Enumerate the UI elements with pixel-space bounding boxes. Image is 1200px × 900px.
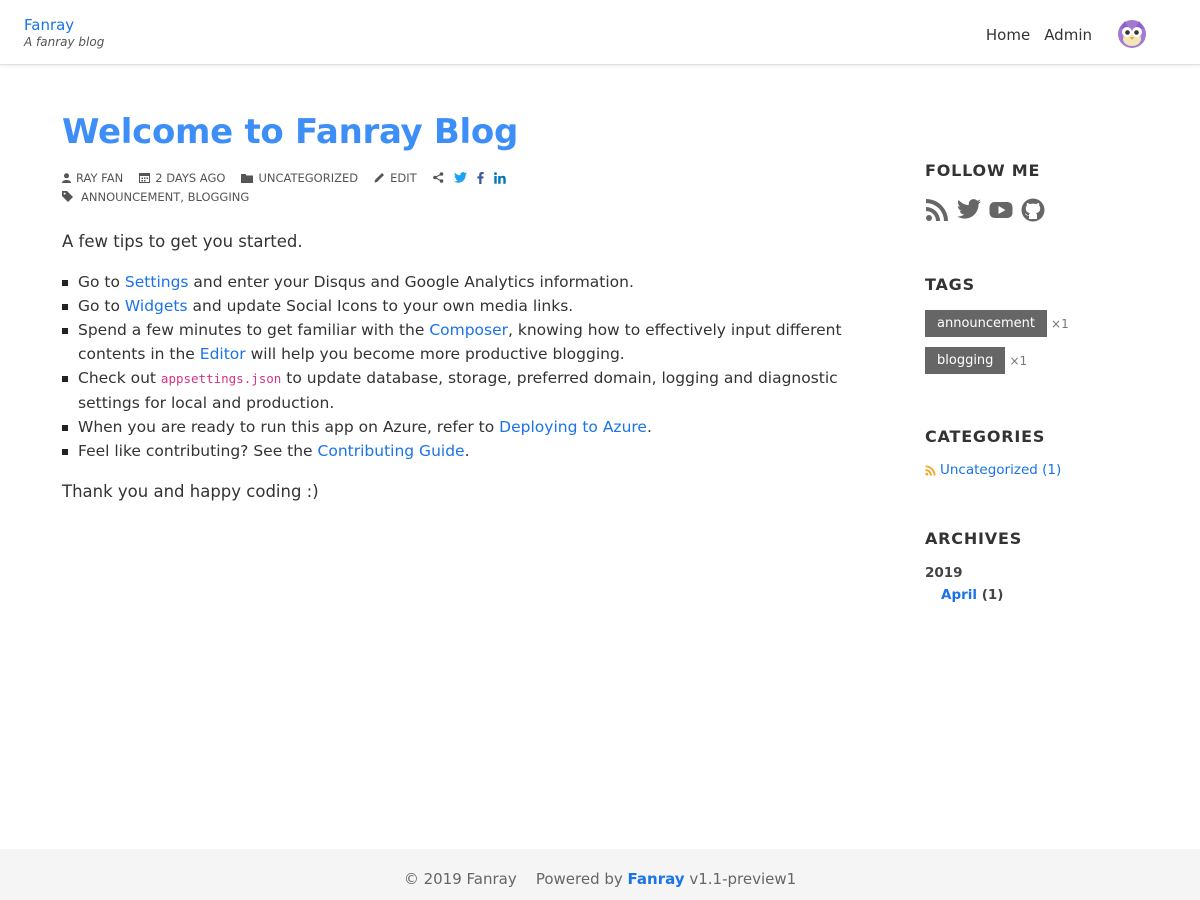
- appsettings-code: appsettings.json: [160, 371, 282, 386]
- archive-month-link[interactable]: April: [941, 587, 977, 603]
- post-title[interactable]: Welcome to Fanray Blog: [62, 110, 862, 154]
- contributing-guide-link[interactable]: Contributing Guide: [318, 442, 465, 460]
- post-intro: A few tips to get you started.: [62, 232, 303, 251]
- post-outro: Thank you and happy coding :): [62, 482, 319, 501]
- main-nav: Home Admin: [986, 20, 1148, 49]
- tag-announcement[interactable]: announcement: [925, 310, 1048, 337]
- archive-year: 2019: [925, 565, 963, 581]
- archive-month: April (1): [941, 586, 1165, 604]
- share-links: [432, 171, 506, 184]
- edit-meta[interactable]: EDIT: [374, 169, 417, 187]
- tag-blogging[interactable]: blogging: [925, 347, 1006, 374]
- follow-widget: FOLLOW ME: [925, 160, 1165, 222]
- pencil-icon: [374, 173, 385, 183]
- list-item: Spend a few minutes to get familiar with…: [62, 318, 862, 366]
- youtube-icon[interactable]: [989, 198, 1013, 222]
- categories-title: CATEGORIES: [925, 427, 1046, 446]
- category-item: Uncategorized (1): [925, 462, 1165, 478]
- tag-row: announcement ×1: [925, 310, 1165, 337]
- editor-link[interactable]: Editor: [200, 345, 246, 363]
- tag-row: blogging ×1: [925, 347, 1165, 374]
- tags-widget: TAGS announcement ×1 blogging ×1: [925, 274, 1165, 374]
- list-item: Go to Widgets and update Social Icons to…: [62, 294, 862, 318]
- post-date: 2 DAYS AGO: [155, 170, 226, 185]
- settings-link[interactable]: Settings: [125, 273, 189, 291]
- composer-link[interactable]: Composer: [429, 321, 508, 339]
- tags-title: TAGS: [925, 275, 975, 294]
- list-item: Check out appsettings.json to update dat…: [62, 366, 862, 415]
- twitter-icon[interactable]: [957, 198, 981, 220]
- list-item: Go to Settings and enter your Disqus and…: [62, 270, 862, 294]
- archives-widget: ARCHIVES 2019 April (1): [925, 528, 1165, 604]
- archives-title: ARCHIVES: [925, 529, 1023, 548]
- sidebar: FOLLOW ME TAGS announcement ×1 blogging …: [925, 160, 1165, 604]
- follow-title: FOLLOW ME: [925, 161, 1041, 180]
- nav-admin-link[interactable]: Admin: [1044, 24, 1092, 46]
- archive-month-count: (1): [981, 587, 1004, 603]
- main-content: Welcome to Fanray Blog RAY FAN 2 DAYS AG…: [62, 110, 862, 504]
- footer-version: v1.1-preview1: [689, 870, 797, 888]
- footer-powered-prefix: Powered by: [535, 870, 623, 888]
- deploying-azure-link[interactable]: Deploying to Azure: [499, 418, 647, 436]
- calendar-icon: [139, 173, 151, 183]
- tag-count: ×1: [1051, 316, 1069, 331]
- category-meta[interactable]: UNCATEGORIZED: [241, 169, 358, 187]
- tag-icon: [62, 191, 73, 202]
- categories-widget: CATEGORIES Uncategorized (1): [925, 426, 1165, 478]
- rss-icon[interactable]: [925, 198, 949, 222]
- post-body: A few tips to get you started. Go to Set…: [62, 230, 862, 504]
- author-name: RAY FAN: [76, 170, 124, 185]
- widgets-link[interactable]: Widgets: [125, 297, 188, 315]
- nav-home-link[interactable]: Home: [986, 24, 1030, 46]
- folder-icon: [241, 173, 254, 183]
- user-icon: [62, 172, 71, 183]
- linkedin-share-icon[interactable]: [493, 171, 506, 184]
- owl-avatar-icon: [1118, 20, 1146, 48]
- tips-list: Go to Settings and enter your Disqus and…: [62, 270, 862, 463]
- brand-tagline: A fanray blog: [24, 35, 105, 49]
- post-tags: ANNOUNCEMENT, BLOGGING: [81, 189, 250, 204]
- twitter-share-icon[interactable]: [453, 172, 467, 183]
- avatar[interactable]: [1116, 17, 1148, 49]
- date-meta: 2 DAYS AGO: [139, 169, 225, 187]
- tag-count: ×1: [1009, 353, 1028, 368]
- edit-link: EDIT: [390, 170, 417, 185]
- site-footer: © 2019 Fanray Powered by Fanray v1.1-pre…: [0, 849, 1200, 900]
- facebook-share-icon[interactable]: [477, 171, 484, 184]
- brand: Fanray A fanray blog: [24, 16, 104, 50]
- category-rss-icon[interactable]: [925, 464, 936, 476]
- share-icon[interactable]: [432, 172, 444, 183]
- category-uncategorized-link[interactable]: Uncategorized (1): [940, 462, 1061, 478]
- post-category: UNCATEGORIZED: [258, 170, 359, 185]
- brand-name-link[interactable]: Fanray: [24, 16, 104, 34]
- github-icon[interactable]: [1021, 198, 1045, 222]
- site-header: Fanray A fanray blog Home Admin: [0, 0, 1200, 65]
- footer-copyright: © 2019 Fanray: [403, 870, 517, 888]
- list-item: When you are ready to run this app on Az…: [62, 415, 862, 439]
- post-meta: RAY FAN 2 DAYS AGO UNCATEGORIZED EDIT AN…: [62, 168, 862, 206]
- footer-brand-link[interactable]: Fanray: [628, 870, 685, 888]
- author-meta[interactable]: RAY FAN: [62, 169, 123, 187]
- tags-meta[interactable]: ANNOUNCEMENT, BLOGGING: [62, 188, 249, 206]
- social-icons: [925, 198, 1165, 222]
- list-item: Feel like contributing? See the Contribu…: [62, 439, 862, 463]
